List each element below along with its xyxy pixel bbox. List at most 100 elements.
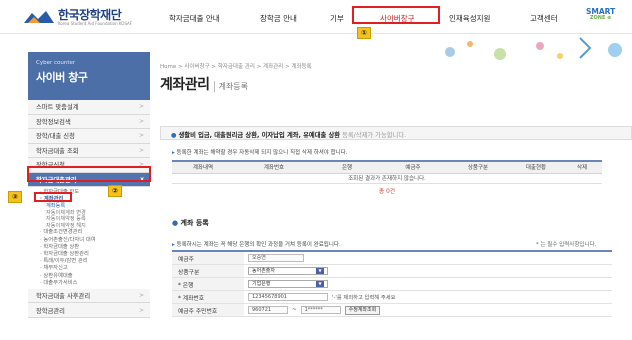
bullet-icon: ▸ [172,242,175,248]
chevron-right-icon: > [138,146,144,154]
register-section-title: ● 계좌 등록 [172,218,209,228]
sidebar-submenu: · 학자금대출 한도 · 계좌관리 계좌등록 자동이체계좌 변경 자동이체약정 … [28,187,150,289]
bank-select[interactable]: 기업은행 ▼ [248,280,328,288]
decorative-banner [430,34,632,64]
col-account-details: 계좌내역 [172,160,234,174]
submenu-item-rural-multichild[interactable]: · 농어촌출신/다자녀 대여 [40,237,150,244]
sidebar-item-loan-inquiry[interactable]: 학자금대출 조회 > [28,143,150,158]
sidebar-item-apply[interactable]: 장학/대출 신청 > [28,129,150,144]
holder-id-label: 예금주 주민번호 [172,304,244,316]
sidebar-header: Cyber counter 사이버 창구 [28,52,150,100]
notice-bold: 생활비 입금, 대출원리금 상환, 이자납입 계좌, 유예대출 상환 [178,132,341,139]
submenu-item-extra-services[interactable]: · 대출부가서비스 [40,280,150,287]
chevron-right-icon: > [138,117,144,125]
main-header: Home > 사이버창구 > 학자금대출 관리 > 계좌관리 > 계좌등록 계좌… [160,62,632,94]
bullet-icon: ● [171,132,177,139]
sidebar-item-label: 학자금대출 조회 [36,147,79,155]
sidebar-item-loan-aftercare[interactable]: 학자금대출 사후관리 > [28,288,150,304]
gnb-donation[interactable]: 기부 [330,13,344,24]
submenu-item-repayment[interactable]: · 학자금대출 상환 [40,244,150,251]
sidebar-header-en: Cyber counter [36,60,76,66]
required-note: * 는 필수 입력사항입니다. [536,242,597,248]
id-separator: ~ [292,307,297,313]
form-row-holder-id: 예금주 주민번호 960721 ~ 1****** 수정계좌조회 [172,304,612,317]
product-type-select[interactable]: 농어촌출자 ▼ [248,267,328,275]
accounts-table: 계좌내역 계좌번호 은행 예금주 상품구분 대출현황 삭제 조회된 결과가 존재… [172,160,602,184]
gnb-customer-center[interactable]: 고객센터 [530,13,558,24]
top-navigation-bar: 한국장학재단 Korea Student Aid Foundation KOSA… [0,0,632,34]
zone-label: ZONE ⊕ [589,14,612,21]
smart-zone-link[interactable]: SMART ZONE ⊕ [586,8,615,21]
logo-mark-icon [22,9,56,25]
form-row-product: 상품구분 농어촌출자 ▼ [172,265,612,278]
bank-label: * 은행 [172,278,244,290]
col-account-number: 계좌번호 [234,160,314,174]
kosaf-logo[interactable]: 한국장학재단 Korea Student Aid Foundation KOSA… [22,6,132,28]
chevron-right-icon: > [138,306,144,314]
form-row-holder: 예금주 오승연 [172,252,612,265]
submenu-item-deferred-loan[interactable]: · 상환유예대출 [40,273,150,280]
sidebar-item-label: 스마트 맞춤설계 [36,104,79,112]
sidebar-item-label: 장학금관리 [36,307,65,315]
col-holder: 예금주 [380,160,446,174]
sidebar-item-label: 장학/대출 신청 [36,133,75,141]
account-verify-button[interactable]: 수정계좌조회 [344,305,381,315]
page-subtitle: 계좌등록 [213,81,248,92]
table-header-row: 계좌내역 계좌번호 은행 예금주 상품구분 대출현황 삭제 [172,160,602,174]
chevron-down-icon: ▼ [316,281,324,287]
account-number-input[interactable]: 12345678901 [248,293,328,301]
result-count: 총 0건 [378,189,396,195]
col-loan-status: 대출현황 [510,160,562,174]
notice-bar: ● 생활비 입금, 대출원리금 상환, 이자납입 계좌, 유예대출 상환 등록/… [160,126,632,140]
product-type-value: 농어촌출자 [252,268,276,274]
logo-korean-text: 한국장학재단 [58,7,122,22]
gnb-talent-support[interactable]: 인재육성지원 [449,13,490,24]
sidebar-item-scholarship-search[interactable]: 장학정보검색 > [28,114,150,129]
logo-english-text: Korea Student Aid Foundation KOSAF [58,20,133,26]
register-form: 예금주 오승연 상품구분 농어촌출자 ▼ * 은행 기업은행 ▼ * 계좌번호 … [172,250,612,317]
sidebar-item-label: 장학정보검색 [36,118,71,126]
holder-field: 오승연 [248,254,304,262]
register-title-text: 계좌 등록 [180,219,209,227]
sidebar-item-label: 학자금대출 사후관리 [36,293,91,301]
product-label: 상품구분 [172,265,244,277]
id-back-field: 1****** [300,306,341,314]
chevron-right-icon: > [138,292,144,300]
col-bank: 은행 [314,160,380,174]
notice-rest: 등록/삭제가 가능합니다. [340,132,407,139]
bullet-icon: ▸ [172,150,175,156]
col-product-type: 상품구분 [446,160,510,174]
submenu-item-condition-change[interactable]: · 대출조건변경관리 [40,229,150,236]
callout-2: ② [108,185,122,197]
register-info-line: ▸ 등록하시는 계좌는 꼭 해당 은행의 확인 과정을 거쳐 등록이 완료됩니다… [172,240,341,248]
breadcrumb: Home > 사이버창구 > 학자금대출 관리 > 계좌관리 > 계좌등록 [160,64,312,70]
form-row-account-number: * 계좌번호 12345678901 '-'를 제외하고 입력해 주세요 [172,291,612,304]
chevron-down-icon: ▼ [316,268,324,274]
account-number-label: * 계좌번호 [172,291,244,303]
submenu-item-debtor-report[interactable]: · 채무자신고 [40,265,150,272]
callout-3: ③ [8,191,22,203]
gnb-scholarship-info[interactable]: 장학금 안내 [260,13,297,24]
sidebar-menu: 스마트 맞춤설계 > 장학정보검색 > 장학/대출 신청 > 학자금대출 조회 > 장학… [28,100,150,318]
bullet-icon: ● [172,219,179,227]
register-info-text: 등록하시는 계좌는 꼭 해당 은행의 확인 과정을 거쳐 등록이 완료됩니다. [176,242,341,248]
gnb-loan-info[interactable]: 학자금대출 안내 [169,13,220,24]
account-number-hint: '-'를 제외하고 입력해 주세요 [332,295,396,301]
form-row-bank: * 은행 기업은행 ▼ [172,278,612,291]
sidebar-item-smart-plan[interactable]: 스마트 맞춤설계 > [28,100,150,115]
page-title: 계좌관리 [160,77,210,93]
callout-1: ① [357,27,371,39]
empty-result: 조회된 결과가 존재하지 않습니다. [172,173,602,184]
highlight-account-management [34,192,72,202]
chevron-right-icon: > [138,103,144,111]
table-row: 조회된 결과가 존재하지 않습니다. [172,173,602,184]
sidebar-item-scholarship-management[interactable]: 장학금관리 > [28,303,150,318]
id-front-field: 960721 [248,306,288,314]
info-text: 등록한 계좌는 해약할 경우 자동삭제 되지 않으니 직접 삭제 하셔야 합니다… [176,150,348,156]
highlight-cyber-counter [352,6,440,24]
chevron-right-icon: > [138,132,144,140]
account-info-line: ▸ 등록한 계좌는 해약할 경우 자동삭제 되지 않으니 직접 삭제 하셔야 합… [172,148,348,156]
sidebar-header-title: 사이버 창구 [36,71,88,84]
highlight-loan-management [27,166,151,182]
holder-label: 예금주 [172,252,244,264]
